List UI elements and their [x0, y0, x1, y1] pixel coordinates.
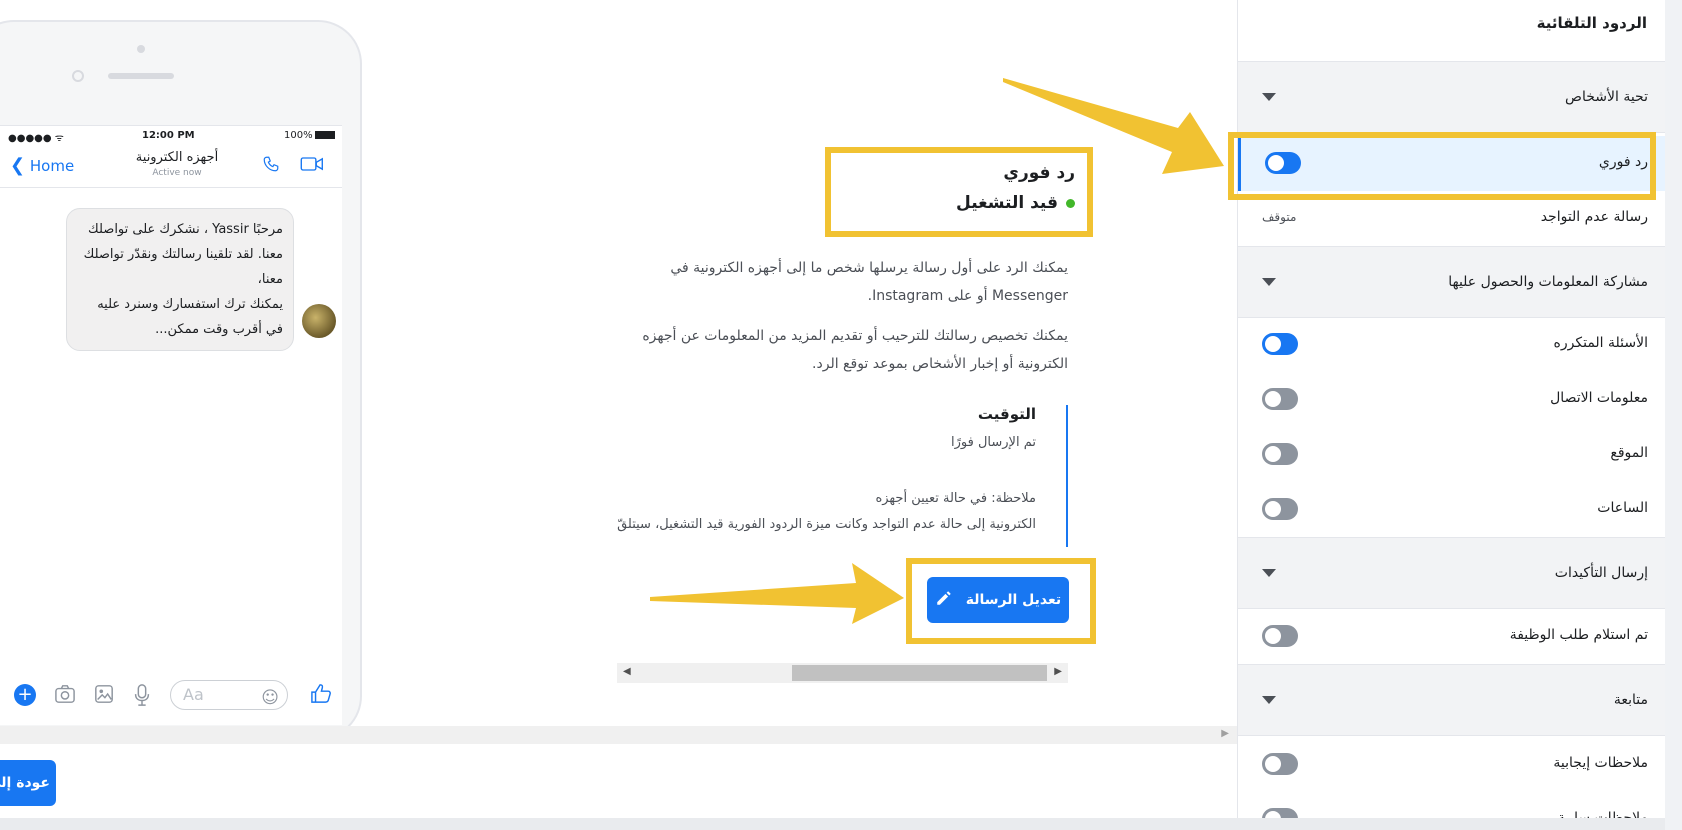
right-edge	[1665, 0, 1682, 830]
bottom-strip	[0, 818, 1682, 830]
annotation-arrows	[650, 78, 1224, 624]
arrow-to-edit-button	[650, 563, 904, 624]
arrow-to-toggle	[1003, 78, 1224, 174]
